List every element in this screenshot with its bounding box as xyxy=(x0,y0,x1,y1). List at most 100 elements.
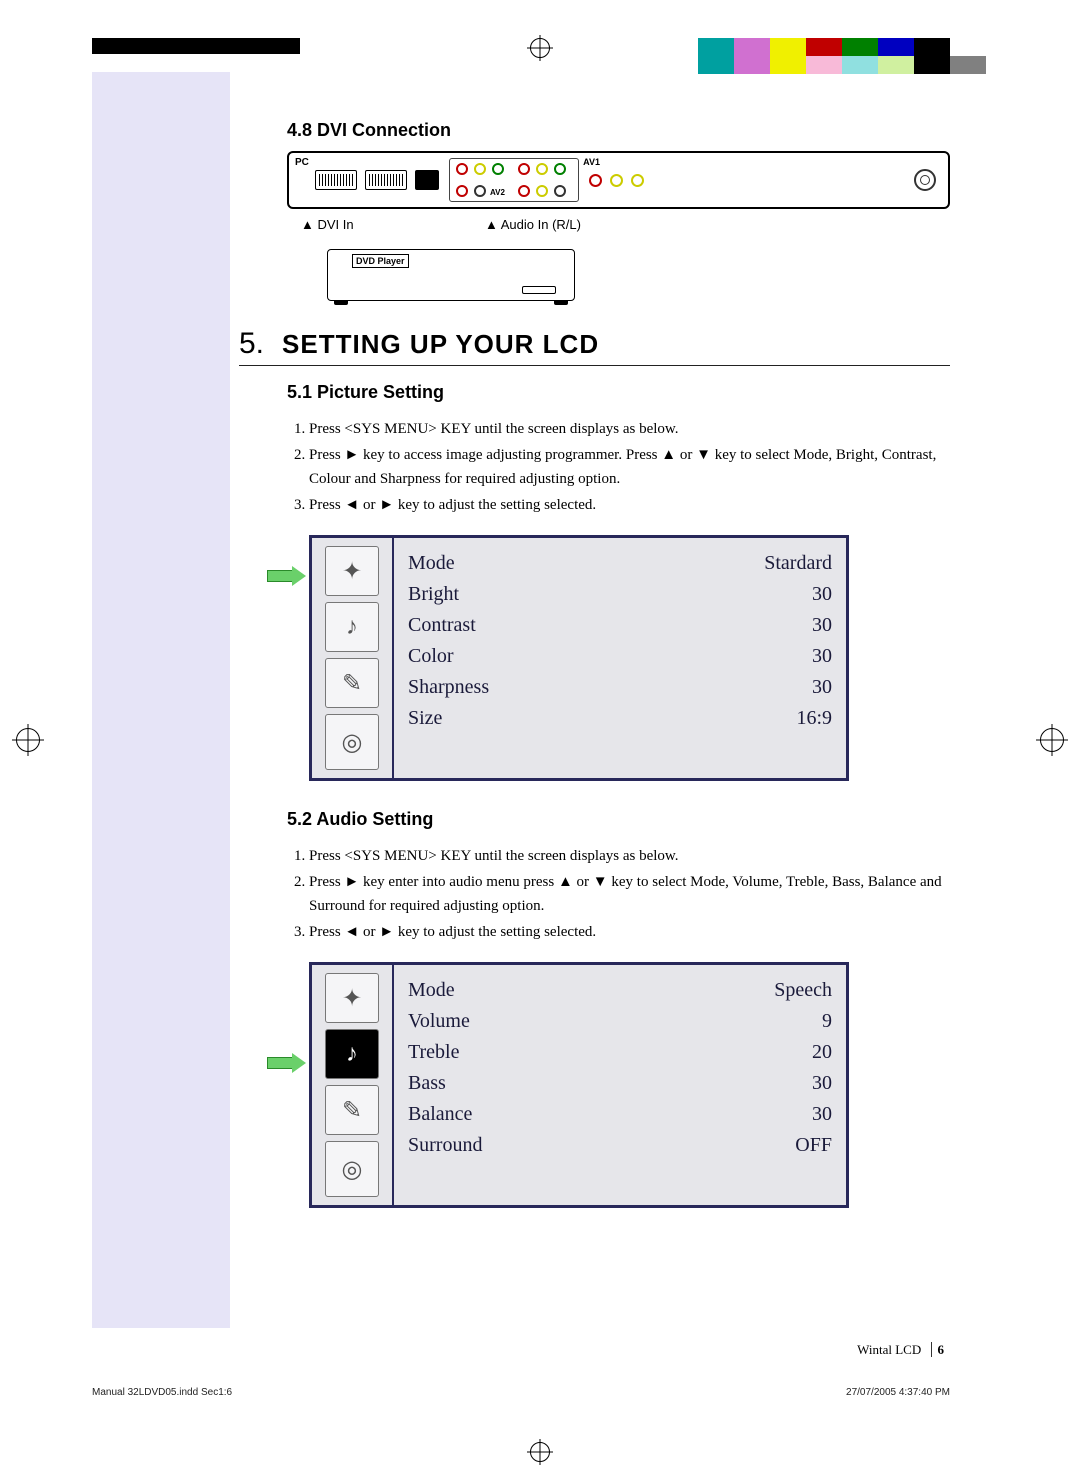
section-5-2-heading: 5.2 Audio Setting xyxy=(287,809,950,830)
rca-red-icon xyxy=(589,174,602,187)
rca-yellow-icon xyxy=(631,174,644,187)
dvd-player-label: DVD Player xyxy=(352,254,409,268)
osd-value: 30 xyxy=(812,641,832,672)
osd-label: Treble xyxy=(408,1037,459,1068)
audio-osd-menu: ✦ ♪ ✎ ◎ Mode Speech Volume 9Treble20Bass 30B… xyxy=(309,962,849,1208)
osd-label: Color xyxy=(408,641,454,672)
osd-label: Size xyxy=(408,703,442,734)
osd-label: Sharpness xyxy=(408,672,489,703)
density-bar xyxy=(92,38,300,54)
audio-setting-steps: Press <SYS MENU> KEY until the screen di… xyxy=(287,844,950,944)
osd-label: Surround xyxy=(408,1130,482,1161)
registration-mark-icon xyxy=(530,1442,550,1462)
step-item: Press ◄ or ► key to adjust the setting s… xyxy=(309,920,950,944)
tv-rear-panel: PC AV1 AV2 xyxy=(287,151,950,209)
dvd-buttons-icon xyxy=(522,286,556,294)
rca-icon xyxy=(474,185,486,197)
osd-row: Bass 30 xyxy=(408,1068,832,1099)
osd-label: Mode xyxy=(408,975,455,1006)
av2-label: AV2 xyxy=(490,188,505,197)
osd-body: Mode Speech Volume 9Treble20Bass 30Balance30… xyxy=(394,965,846,1205)
osd-row: Volume 9 xyxy=(408,1006,832,1037)
pointer-arrow-icon xyxy=(267,1054,307,1072)
chapter-number: 5. xyxy=(239,327,264,361)
rca-green-icon xyxy=(492,163,504,175)
osd-icon-column: ✦ ♪ ✎ ◎ xyxy=(312,965,394,1205)
osd-row: Size 16:9 xyxy=(408,703,832,734)
dvd-player-icon: DVD Player xyxy=(327,249,575,301)
printer-marks-bottom xyxy=(0,1402,1080,1462)
color-calibration-strip xyxy=(698,38,988,74)
region-icon: ◎ xyxy=(325,714,379,770)
step-item: Press ► key to access image adjusting pr… xyxy=(309,443,950,491)
osd-label: Bright xyxy=(408,579,459,610)
section-5-1-heading: 5.1 Picture Setting xyxy=(287,382,950,403)
settings-icon: ✎ xyxy=(325,658,379,708)
osd-row: Treble20 xyxy=(408,1037,832,1068)
osd-value: 16:9 xyxy=(796,703,832,734)
page-footer: Wintal LCD 6 xyxy=(857,1342,950,1358)
registration-mark-icon xyxy=(1040,728,1064,752)
rca-yellow-icon xyxy=(536,163,548,175)
osd-row: Mode Stardard xyxy=(408,548,832,579)
rca-yellow-icon xyxy=(610,174,623,187)
audio-in-label: ▲ Audio In (R/L) xyxy=(485,217,581,232)
osd-value: 30 xyxy=(812,579,832,610)
audio-icon: ♪ xyxy=(325,602,379,652)
registration-mark-icon xyxy=(530,38,550,58)
coax-antenna-icon xyxy=(914,169,936,191)
picture-setting-steps: Press <SYS MENU> KEY until the screen di… xyxy=(287,417,950,517)
picture-icon: ✦ xyxy=(325,973,379,1023)
footer-brand: Wintal LCD xyxy=(857,1342,921,1357)
osd-value: 9 xyxy=(822,1006,832,1037)
osd-row: Surround OFF xyxy=(408,1130,832,1161)
osd-row: Balance30 xyxy=(408,1099,832,1130)
connection-labels: ▲ DVI In ▲ Audio In (R/L) xyxy=(287,209,950,249)
step-item: Press <SYS MENU> KEY until the screen di… xyxy=(309,844,950,868)
rca-red-icon xyxy=(456,163,468,175)
rca-yellow-icon xyxy=(536,185,548,197)
vga-port-icon xyxy=(315,170,357,190)
audio-icon: ♪ xyxy=(325,1029,379,1079)
osd-label: Mode xyxy=(408,548,455,579)
picture-icon: ✦ xyxy=(325,546,379,596)
step-item: Press ► key enter into audio menu press … xyxy=(309,870,950,918)
footer-page-number: 6 xyxy=(931,1342,945,1357)
source-file-label: Manual 32LDVD05.indd Sec1:6 xyxy=(92,1387,232,1398)
dvi-connection-diagram: PC AV1 AV2 xyxy=(287,151,950,301)
chapter-title: SETTING UP YOUR LCD xyxy=(282,329,599,360)
rca-red-icon xyxy=(518,163,530,175)
printer-marks-top xyxy=(0,18,1080,78)
section-4-8-heading: 4.8 DVI Connection xyxy=(287,120,950,141)
osd-value: 30 xyxy=(812,1068,832,1099)
picture-osd-menu: ✦ ♪ ✎ ◎ Mode Stardard Bright 30Contrast30Co… xyxy=(309,535,849,781)
step-item: Press ◄ or ► key to adjust the setting s… xyxy=(309,493,950,517)
osd-icon-column: ✦ ♪ ✎ ◎ xyxy=(312,538,394,778)
osd-label: Volume xyxy=(408,1006,470,1037)
rca-icon xyxy=(554,185,566,197)
osd-value: 30 xyxy=(812,610,832,641)
print-timestamp: 27/07/2005 4:37:40 PM xyxy=(846,1387,950,1398)
pc-port-label: PC xyxy=(295,157,309,168)
osd-row: Contrast30 xyxy=(408,610,832,641)
settings-icon: ✎ xyxy=(325,1085,379,1135)
registration-mark-icon xyxy=(16,728,40,752)
osd-body: ModeStardardBright30Contrast30Color30Sha… xyxy=(394,538,846,778)
osd-value: Stardard xyxy=(764,548,832,579)
horizontal-rule xyxy=(239,365,950,366)
osd-value: 30 xyxy=(812,1099,832,1130)
dvi-port-icon xyxy=(365,170,407,190)
rca-green-icon xyxy=(554,163,566,175)
osd-value: OFF xyxy=(795,1130,832,1161)
rca-yellow-icon xyxy=(474,163,486,175)
sidebar-tint xyxy=(92,72,230,1328)
print-footer: Manual 32LDVD05.indd Sec1:6 27/07/2005 4… xyxy=(92,1387,950,1398)
av1-label: AV1 xyxy=(583,157,600,167)
osd-value: Speech xyxy=(774,975,832,1006)
osd-label: Bass xyxy=(408,1068,446,1099)
step-item: Press <SYS MENU> KEY until the screen di… xyxy=(309,417,950,441)
osd-row: Color 30 xyxy=(408,641,832,672)
dvi-in-label: ▲ DVI In xyxy=(301,217,354,232)
osd-row: Mode Speech xyxy=(408,975,832,1006)
osd-row: Sharpness30 xyxy=(408,672,832,703)
